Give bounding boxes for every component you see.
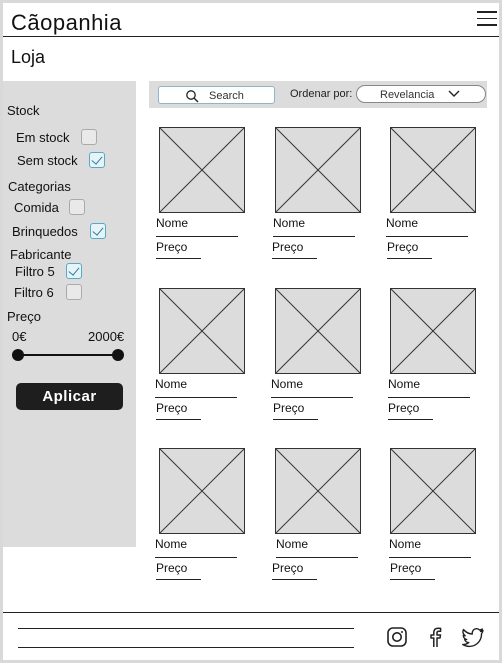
product-name[interactable]: Nome: [156, 216, 188, 230]
product-image-placeholder[interactable]: [390, 127, 476, 213]
page-title: Loja: [11, 47, 46, 67]
price-slider-track[interactable]: [18, 354, 118, 356]
product-name[interactable]: Nome: [155, 377, 187, 391]
apply-button[interactable]: Aplicar: [16, 383, 123, 410]
footer-text-line: [18, 647, 354, 648]
checkbox-comida[interactable]: [69, 199, 85, 215]
checkbox-sem-stock[interactable]: [89, 152, 105, 168]
product-price-underline: [390, 579, 435, 580]
twitter-icon[interactable]: [462, 626, 484, 648]
price-max-label: 2000€: [88, 329, 125, 344]
hamburger-menu-icon[interactable]: [477, 11, 497, 27]
checkbox-filtro-5[interactable]: [66, 263, 82, 279]
brand-title: Cãopanhia: [11, 10, 122, 35]
product-name[interactable]: Nome: [389, 537, 421, 551]
product-price: Preço: [272, 240, 304, 254]
filter-label-comida: Comida: [14, 200, 59, 215]
product-card[interactable]: Nome Preço: [386, 127, 498, 267]
product-name-underline: [386, 236, 468, 237]
filter-label-brinquedos: Brinquedos: [12, 224, 78, 239]
product-card[interactable]: Nome Preço: [155, 448, 267, 588]
product-card[interactable]: Nome Preço: [155, 288, 267, 428]
product-name[interactable]: Nome: [276, 537, 308, 551]
product-price: Preço: [273, 401, 305, 415]
price-slider-min-handle[interactable]: [12, 349, 24, 361]
sort-select[interactable]: Revelancia: [356, 85, 486, 103]
product-name-underline: [276, 557, 358, 558]
product-price: Preço: [156, 240, 188, 254]
product-price: Preço: [387, 240, 419, 254]
product-price-underline: [272, 579, 317, 580]
sort-label: Ordenar por:: [290, 88, 353, 100]
product-name[interactable]: Nome: [388, 377, 420, 391]
facebook-icon[interactable]: [424, 626, 446, 648]
product-card[interactable]: Nome Preço: [388, 288, 498, 428]
product-price: Preço: [390, 561, 422, 575]
filter-label-em-stock: Em stock: [16, 130, 70, 145]
product-image-placeholder[interactable]: [159, 127, 245, 213]
product-name[interactable]: Nome: [273, 216, 305, 230]
filter-sidebar: Stock Em stock Sem stock Categorias Comi…: [3, 81, 136, 547]
product-name-underline: [273, 236, 355, 237]
product-card[interactable]: Nome Preço: [272, 448, 383, 588]
price-heading: Preço: [7, 309, 41, 324]
product-image-placeholder[interactable]: [159, 448, 245, 534]
product-price: Preço: [156, 561, 188, 575]
product-name-underline: [156, 236, 238, 237]
instagram-icon[interactable]: [386, 626, 408, 648]
filter-label-sem-stock: Sem stock: [17, 153, 78, 168]
product-name[interactable]: Nome: [386, 216, 418, 230]
product-price-underline: [156, 579, 201, 580]
filter-label-filtro-6: Filtro 6: [14, 285, 54, 300]
product-price-underline: [272, 258, 317, 259]
product-price: Preço: [272, 561, 304, 575]
product-name-underline: [155, 557, 237, 558]
checkbox-brinquedos[interactable]: [90, 223, 106, 239]
product-image-placeholder[interactable]: [390, 288, 476, 374]
product-image-placeholder[interactable]: [275, 288, 361, 374]
product-name[interactable]: Nome: [155, 537, 187, 551]
product-price-underline: [156, 258, 201, 259]
search-input[interactable]: Search: [158, 86, 275, 104]
product-card[interactable]: Nome Preço: [156, 127, 267, 267]
categories-heading: Categorias: [8, 179, 71, 194]
checkbox-em-stock[interactable]: [81, 129, 97, 145]
product-name-underline: [271, 397, 353, 398]
chevron-down-icon: [448, 90, 460, 97]
product-image-placeholder[interactable]: [159, 288, 245, 374]
stock-heading: Stock: [7, 103, 40, 118]
product-card[interactable]: Nome Preço: [272, 127, 383, 267]
product-image-placeholder[interactable]: [275, 127, 361, 213]
filter-label-filtro-5: Filtro 5: [15, 264, 55, 279]
header: Cãopanhia: [3, 3, 499, 37]
product-card[interactable]: Nome Preço: [388, 448, 498, 588]
manufacturer-heading: Fabricante: [10, 247, 72, 262]
product-name[interactable]: Nome: [271, 377, 303, 391]
footer-divider: [3, 612, 499, 613]
product-price: Preço: [388, 401, 420, 415]
product-card[interactable]: Nome Preço: [271, 288, 383, 428]
product-price-underline: [388, 419, 433, 420]
price-slider-max-handle[interactable]: [112, 349, 124, 361]
product-name-underline: [389, 557, 471, 558]
product-price-underline: [387, 258, 432, 259]
checkbox-filtro-6[interactable]: [66, 284, 82, 300]
product-image-placeholder[interactable]: [275, 448, 361, 534]
search-placeholder: Search: [209, 90, 244, 102]
product-name-underline: [155, 397, 237, 398]
product-name-underline: [388, 397, 470, 398]
product-price-underline: [273, 419, 318, 420]
product-price-underline: [156, 419, 201, 420]
sort-value: Revelancia: [380, 89, 435, 101]
price-min-label: 0€: [12, 329, 27, 344]
search-icon: [186, 90, 199, 103]
toolbar: Search Ordenar por: Revelancia: [149, 81, 487, 108]
product-price: Preço: [156, 401, 188, 415]
product-image-placeholder[interactable]: [390, 448, 476, 534]
footer-text-line: [18, 628, 354, 629]
